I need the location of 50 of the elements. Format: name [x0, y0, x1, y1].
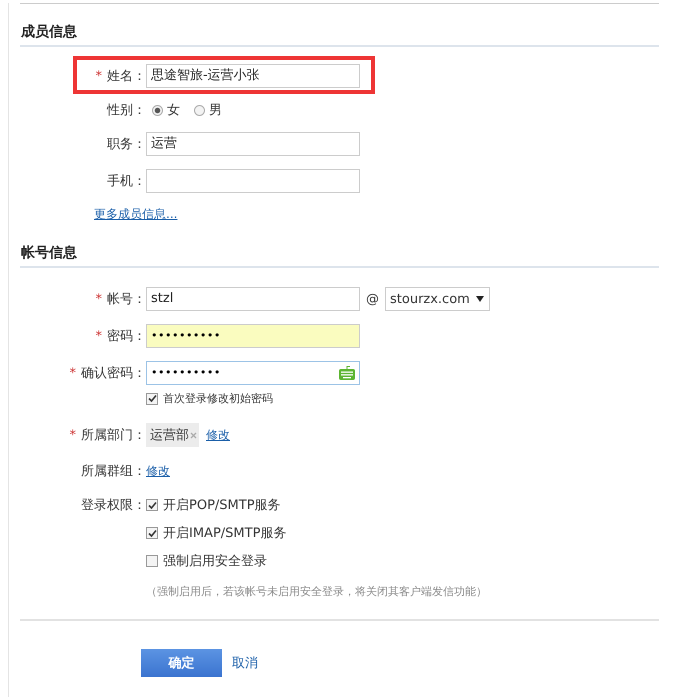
at-sign: @ — [366, 292, 379, 306]
option-label: 女 — [167, 102, 180, 119]
department-tag: 运营部 — [146, 423, 199, 447]
field-label: 手机： — [107, 173, 146, 190]
field-label: 确认密码： — [81, 365, 146, 382]
input-field[interactable]: 思途智旅-运营小张 — [146, 64, 360, 88]
confirm-button[interactable]: 确定 — [141, 649, 222, 677]
password-field[interactable]: •••••••••• — [146, 361, 360, 385]
required-asterisk: * — [70, 366, 76, 380]
checkbox[interactable] — [146, 527, 158, 539]
field-label: 性别： — [107, 102, 146, 119]
more-info-link[interactable]: 更多成员信息... — [94, 206, 178, 223]
field-label: 所属部门： — [81, 427, 146, 444]
hint-text: （强制启用后，若该帐号未启用安全登录，将关闭其客户端发信功能） — [146, 584, 487, 599]
checkbox[interactable] — [146, 499, 158, 511]
check-icon — [148, 394, 156, 403]
checkbox[interactable] — [146, 392, 158, 404]
checkbox[interactable] — [146, 555, 158, 567]
caret-icon — [476, 296, 484, 302]
section-title: 成员信息 — [20, 4, 659, 47]
radio-button[interactable] — [194, 104, 205, 116]
required-asterisk: * — [96, 328, 102, 344]
check-icon — [148, 500, 156, 510]
field-label: 登录权限： — [81, 497, 146, 514]
field-label: 帐号： — [107, 291, 146, 308]
section-title: 帐号信息 — [20, 223, 659, 268]
checkbox-label: 开启POP/SMTP服务 — [163, 497, 281, 514]
required-asterisk: * — [96, 68, 102, 84]
input-field[interactable]: stzl — [146, 287, 360, 311]
required-asterisk: * — [96, 292, 102, 306]
input-field[interactable]: 运营 — [146, 132, 360, 156]
radio-button[interactable] — [152, 104, 163, 116]
checkbox-label: 首次登录修改初始密码 — [163, 391, 273, 406]
option-label: 男 — [209, 102, 222, 119]
required-asterisk: * — [70, 428, 76, 442]
remove-icon — [190, 432, 197, 438]
cancel-link[interactable]: 取消 — [232, 654, 258, 672]
field-label: 姓名： — [107, 68, 146, 85]
domain-dropdown[interactable]: stourzx.com — [385, 287, 490, 311]
input-field[interactable] — [146, 169, 360, 193]
checkbox-label: 开启IMAP/SMTP服务 — [163, 525, 286, 542]
edit-link[interactable]: 修改 — [206, 426, 230, 444]
check-icon — [148, 528, 156, 538]
field-label: 所属群组： — [81, 463, 146, 480]
password-field[interactable]: •••••••••• — [146, 324, 360, 348]
edit-link[interactable]: 修改 — [146, 462, 170, 480]
field-label: 密码： — [107, 328, 146, 345]
keyboard-icon — [339, 366, 355, 380]
checkbox-label: 强制启用安全登录 — [163, 553, 267, 570]
field-label: 职务： — [107, 136, 146, 153]
